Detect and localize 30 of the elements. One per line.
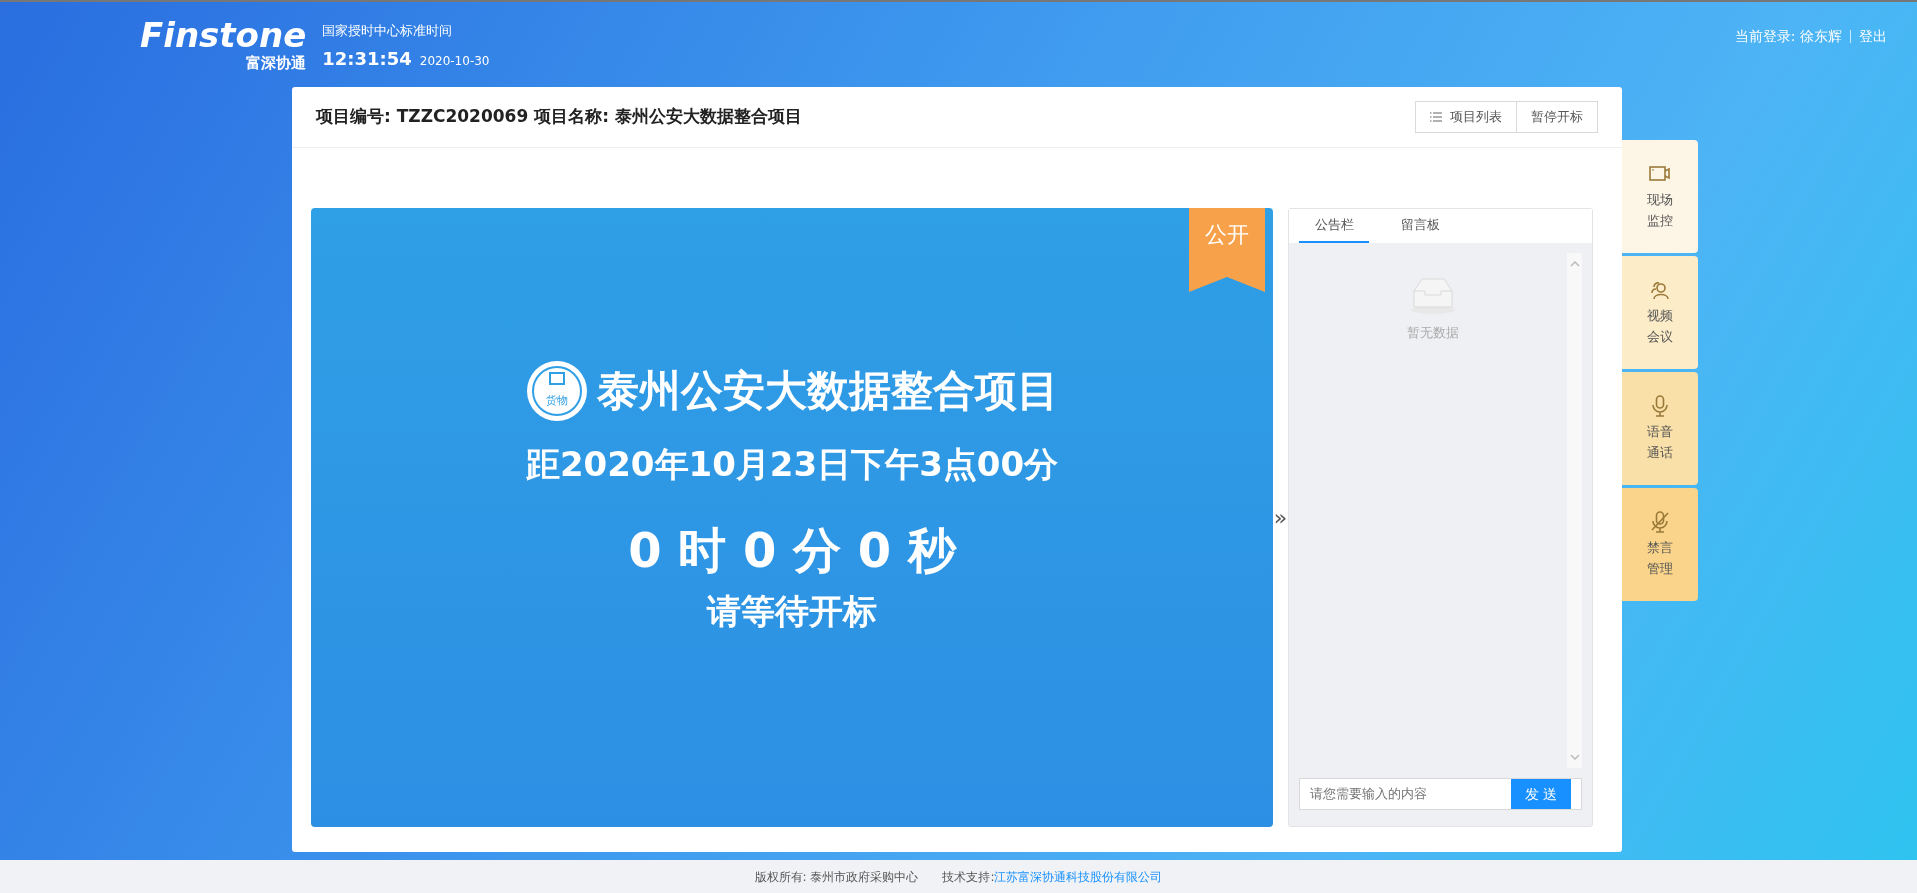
project-name: 泰州公安大数据整合项目 xyxy=(597,365,1059,417)
status-text: 请等待开标 xyxy=(707,589,877,633)
logo-subtitle: 富深协通 xyxy=(245,53,307,74)
login-user: 当前登录: 徐东辉 xyxy=(1734,27,1842,46)
countdown-timer: 0 时 0 分 0 秒 xyxy=(628,520,956,580)
project-title: 项目编号: TZZC2020069 项目名称: 泰州公安大数据整合项目 xyxy=(316,105,802,129)
support-label: 技术支持: xyxy=(942,868,995,886)
chevron-down-icon[interactable] xyxy=(1569,754,1580,760)
side-tool-button[interactable]: 禁言管理 xyxy=(1622,488,1698,601)
project-list-button[interactable]: 项目列表 xyxy=(1415,101,1517,133)
board-tab[interactable]: 公告栏 xyxy=(1299,209,1369,243)
chevron-up-icon[interactable] xyxy=(1569,261,1580,267)
board-tab[interactable]: 留言板 xyxy=(1385,209,1455,243)
empty-message: 暂无数据 xyxy=(1407,324,1459,342)
clock-date: 2020-10-30 xyxy=(419,52,490,70)
side-tool-button[interactable]: 视频会议 xyxy=(1622,256,1698,369)
side-tool-button[interactable]: 语音通话 xyxy=(1622,372,1698,485)
status-ribbon: 公开 xyxy=(1189,208,1265,292)
logo-text: Finstone xyxy=(140,18,307,52)
microphone-muted-icon xyxy=(1648,509,1672,534)
category-seal: 货物 xyxy=(525,358,589,423)
copyright-text: 版权所有: 泰州市政府采购中心 xyxy=(754,868,919,886)
deadline-text: 距2020年10月23日下午3点00分 xyxy=(525,442,1059,486)
pause-button[interactable]: 暂停开标 xyxy=(1517,101,1598,133)
collapse-toggle[interactable]: » xyxy=(1273,501,1288,534)
time-label: 国家授时中心标准时间 xyxy=(322,22,454,40)
empty-inbox-icon xyxy=(1410,277,1456,315)
clock-time: 12:31:54 xyxy=(322,46,412,71)
list-icon xyxy=(1430,112,1442,122)
side-tool-button[interactable]: 现场监控 xyxy=(1622,140,1698,253)
